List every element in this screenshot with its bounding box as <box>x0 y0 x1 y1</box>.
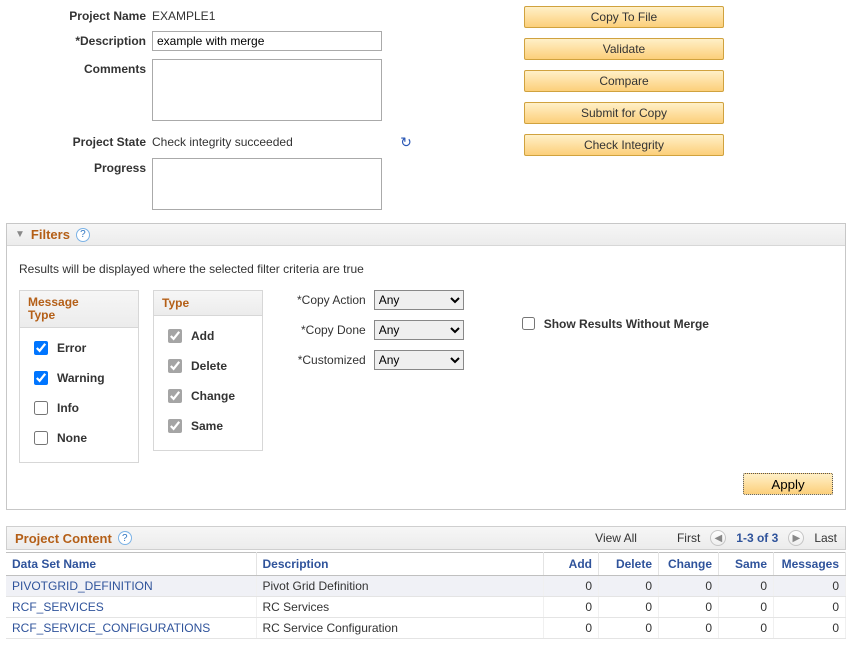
cell-change: 0 <box>659 576 719 597</box>
message-type-title: MessageType <box>20 291 138 328</box>
apply-button[interactable]: Apply <box>743 473 833 495</box>
project-name-value: EXAMPLE1 <box>152 6 392 23</box>
show-without-merge-label: Show Results Without Merge <box>544 317 709 331</box>
last-link[interactable]: Last <box>814 531 837 545</box>
cell-add: 0 <box>544 618 599 639</box>
cell-add: 0 <box>544 597 599 618</box>
submit-for-copy-button[interactable]: Submit for Copy <box>524 102 724 124</box>
error-label: Error <box>57 341 86 355</box>
col-same[interactable]: Same <box>719 553 774 576</box>
col-description[interactable]: Description <box>256 553 544 576</box>
same-checkbox[interactable] <box>168 419 182 433</box>
cell-description: Pivot Grid Definition <box>256 576 544 597</box>
delete-checkbox[interactable] <box>168 359 182 373</box>
project-state-label: Project State <box>6 132 146 149</box>
comments-textarea[interactable] <box>152 59 382 121</box>
grid-nav: View All First ◀ 1-3 of 3 ▶ Last <box>595 530 837 546</box>
add-checkbox[interactable] <box>168 329 182 343</box>
info-checkbox[interactable] <box>34 401 48 415</box>
col-data-set[interactable]: Data Set Name <box>6 553 256 576</box>
same-label: Same <box>191 419 223 433</box>
table-row: PIVOTGRID_DEFINITION Pivot Grid Definiti… <box>6 576 846 597</box>
show-without-merge-checkbox[interactable] <box>522 317 535 330</box>
type-panel: Type Add Delete Change Same <box>153 290 263 451</box>
add-label: Add <box>191 329 214 343</box>
cell-change: 0 <box>659 597 719 618</box>
collapse-icon[interactable]: ▼ <box>15 229 25 240</box>
copy-done-label: *Copy Done <box>297 323 366 337</box>
validate-button[interactable]: Validate <box>524 38 724 60</box>
project-content-title: Project Content <box>15 531 112 546</box>
col-delete[interactable]: Delete <box>599 553 659 576</box>
cell-delete: 0 <box>599 618 659 639</box>
first-link[interactable]: First <box>677 531 700 545</box>
prev-icon[interactable]: ◀ <box>710 530 726 546</box>
message-type-panel: MessageType Error Warning Info None <box>19 290 139 463</box>
project-content-table: Data Set Name Description Add Delete Cha… <box>6 552 846 639</box>
cell-messages: 0 <box>774 597 846 618</box>
copy-to-file-button[interactable]: Copy To File <box>524 6 724 28</box>
col-change[interactable]: Change <box>659 553 719 576</box>
project-content-section: Project Content ? View All First ◀ 1-3 o… <box>6 526 846 639</box>
description-label: *Description <box>6 31 146 48</box>
copy-action-label: *Copy Action <box>297 293 366 307</box>
change-label: Change <box>191 389 235 403</box>
range-text: 1-3 of 3 <box>736 531 778 545</box>
warning-checkbox[interactable] <box>34 371 48 385</box>
table-row: RCF_SERVICE_CONFIGURATIONS RC Service Co… <box>6 618 846 639</box>
data-set-link[interactable]: PIVOTGRID_DEFINITION <box>12 579 153 593</box>
project-name-label: Project Name <box>6 6 146 23</box>
filters-title: Filters <box>31 227 70 242</box>
copy-done-select[interactable]: Any <box>374 320 464 340</box>
delete-label: Delete <box>191 359 227 373</box>
warning-label: Warning <box>57 371 105 385</box>
compare-button[interactable]: Compare <box>524 70 724 92</box>
project-state-value: Check integrity succeeded <box>152 132 392 149</box>
copy-action-select[interactable]: Any <box>374 290 464 310</box>
cell-messages: 0 <box>774 576 846 597</box>
refresh-icon[interactable]: ↻ <box>398 134 414 150</box>
customized-label: *Customized <box>297 353 366 367</box>
data-set-link[interactable]: RCF_SERVICE_CONFIGURATIONS <box>12 621 210 635</box>
help-icon[interactable]: ? <box>76 228 90 242</box>
view-all-link[interactable]: View All <box>595 531 637 545</box>
table-row: RCF_SERVICES RC Services 0 0 0 0 0 <box>6 597 846 618</box>
progress-textarea[interactable] <box>152 158 382 210</box>
cell-delete: 0 <box>599 576 659 597</box>
col-add[interactable]: Add <box>544 553 599 576</box>
comments-label: Comments <box>6 59 146 76</box>
description-input[interactable] <box>152 31 382 51</box>
cell-change: 0 <box>659 618 719 639</box>
type-title: Type <box>154 291 262 316</box>
customized-select[interactable]: Any <box>374 350 464 370</box>
cell-same: 0 <box>719 618 774 639</box>
cell-description: RC Service Configuration <box>256 618 544 639</box>
info-label: Info <box>57 401 79 415</box>
filters-hint: Results will be displayed where the sele… <box>19 262 833 276</box>
cell-same: 0 <box>719 597 774 618</box>
none-checkbox[interactable] <box>34 431 48 445</box>
cell-description: RC Services <box>256 597 544 618</box>
data-set-link[interactable]: RCF_SERVICES <box>12 600 104 614</box>
check-integrity-button[interactable]: Check Integrity <box>524 134 724 156</box>
progress-label: Progress <box>6 158 146 175</box>
cell-add: 0 <box>544 576 599 597</box>
cell-delete: 0 <box>599 597 659 618</box>
help-icon[interactable]: ? <box>118 531 132 545</box>
filters-section: ▼ Filters ? Results will be displayed wh… <box>6 223 846 510</box>
col-messages[interactable]: Messages <box>774 553 846 576</box>
cell-same: 0 <box>719 576 774 597</box>
change-checkbox[interactable] <box>168 389 182 403</box>
cell-messages: 0 <box>774 618 846 639</box>
error-checkbox[interactable] <box>34 341 48 355</box>
next-icon[interactable]: ▶ <box>788 530 804 546</box>
none-label: None <box>57 431 87 445</box>
